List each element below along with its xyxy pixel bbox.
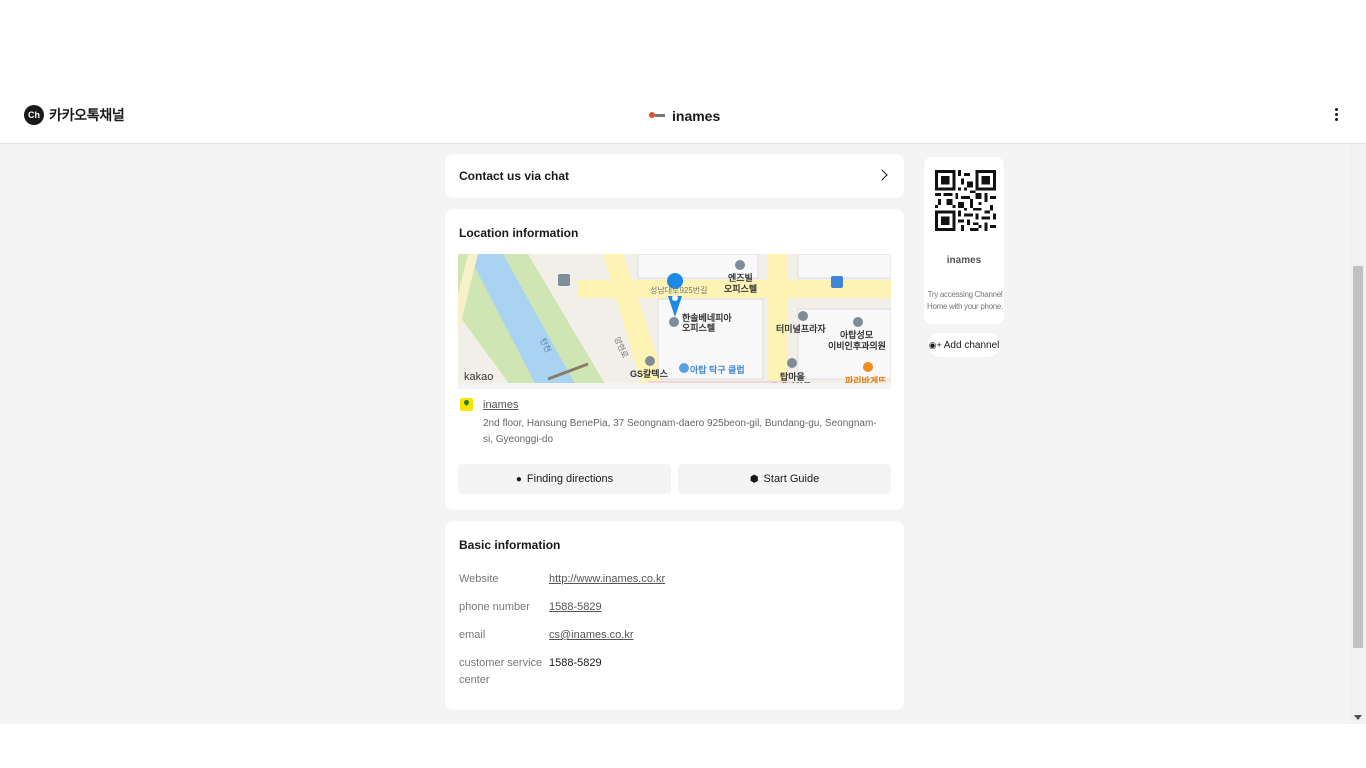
map-label: 오피스텔: [682, 323, 716, 333]
contact-chat-card[interactable]: Contact us via chat: [445, 154, 904, 198]
start-guide-button[interactable]: ⬢ Start Guide: [678, 464, 891, 494]
basic-info-card: Basic information Website http://www.ina…: [445, 521, 904, 710]
scrollbar-thumb[interactable]: [1353, 266, 1363, 648]
phone-link[interactable]: 1588-5829: [549, 601, 602, 613]
more-options-icon[interactable]: [1330, 106, 1342, 126]
chevron-right-icon: [876, 169, 888, 181]
map-label: 아탑 탁구 클럽: [690, 365, 745, 375]
finding-directions-label: Finding directions: [526, 473, 614, 485]
map-label: 오피스텔: [724, 284, 758, 294]
map-pin-icon: ●: [515, 473, 522, 485]
customer-service-label: customer service center: [459, 657, 543, 686]
qr-channel-name: inames: [946, 255, 982, 266]
basic-info-title: Basic information: [459, 538, 561, 552]
location-pin-icon: [460, 398, 473, 411]
main-content: Contact us via chat Location information: [0, 144, 1350, 724]
add-channel-label: Add channel: [943, 339, 1000, 351]
qr-hint-text: Try accessing Channel Home with your pho…: [927, 290, 1003, 311]
start-guide-label: Start Guide: [763, 473, 820, 485]
add-channel-button[interactable]: ◉+ Add channel: [928, 333, 1000, 357]
contact-chat-label: Contact us via chat: [459, 169, 570, 183]
website-label: Website: [459, 573, 499, 585]
email-link[interactable]: cs@inames.co.kr: [549, 629, 634, 641]
customer-service-value: 1588-5829: [549, 657, 602, 669]
location-card: Location information 엔즈빌 오피스텔 성남대로925번길 …: [445, 209, 904, 510]
map-label: 터미널프라자: [776, 324, 826, 334]
page-scrollbar[interactable]: [1350, 144, 1366, 724]
phone-label: phone number: [459, 601, 530, 613]
map-label: GS칼텍스: [630, 369, 668, 379]
channel-name: inames: [672, 108, 721, 124]
kakao-channel-brand[interactable]: Ch 카카오톡채널: [24, 105, 125, 125]
finding-directions-button[interactable]: ● Finding directions: [458, 464, 671, 494]
location-map[interactable]: 엔즈빌 오피스텔 성남대로925번길 한솔베네피아 오피스텔 터미널프라자 아탑…: [458, 254, 891, 389]
channel-logo-icon: Ch: [24, 105, 44, 125]
place-name-link[interactable]: inames: [483, 399, 518, 411]
place-address: 2nd floor, Hansung BenePia, 37 Seongnam-…: [483, 418, 877, 445]
brand-name: 카카오톡채널: [49, 107, 125, 123]
email-label: email: [459, 629, 486, 641]
map-graphic: [458, 254, 891, 389]
qr-card: inames Try accessing Channel Home with y…: [924, 157, 1004, 324]
kakao-map-logo: kakao: [464, 371, 494, 383]
qr-code-icon: [935, 170, 996, 231]
map-label: 성남대로925번길: [650, 286, 708, 295]
channel-title: inames: [648, 108, 720, 124]
website-link[interactable]: http://www.inames.co.kr: [549, 573, 665, 585]
add-channel-icon: ◉+: [928, 339, 942, 350]
navigation-icon: ⬢: [749, 473, 759, 485]
top-header: Ch 카카오톡채널 inames: [0, 88, 1366, 144]
scroll-down-arrow-icon[interactable]: [1354, 715, 1362, 720]
location-title: Location information: [459, 226, 579, 240]
map-label: 이비인후과의원: [828, 341, 886, 351]
channel-avatar: [648, 109, 666, 123]
